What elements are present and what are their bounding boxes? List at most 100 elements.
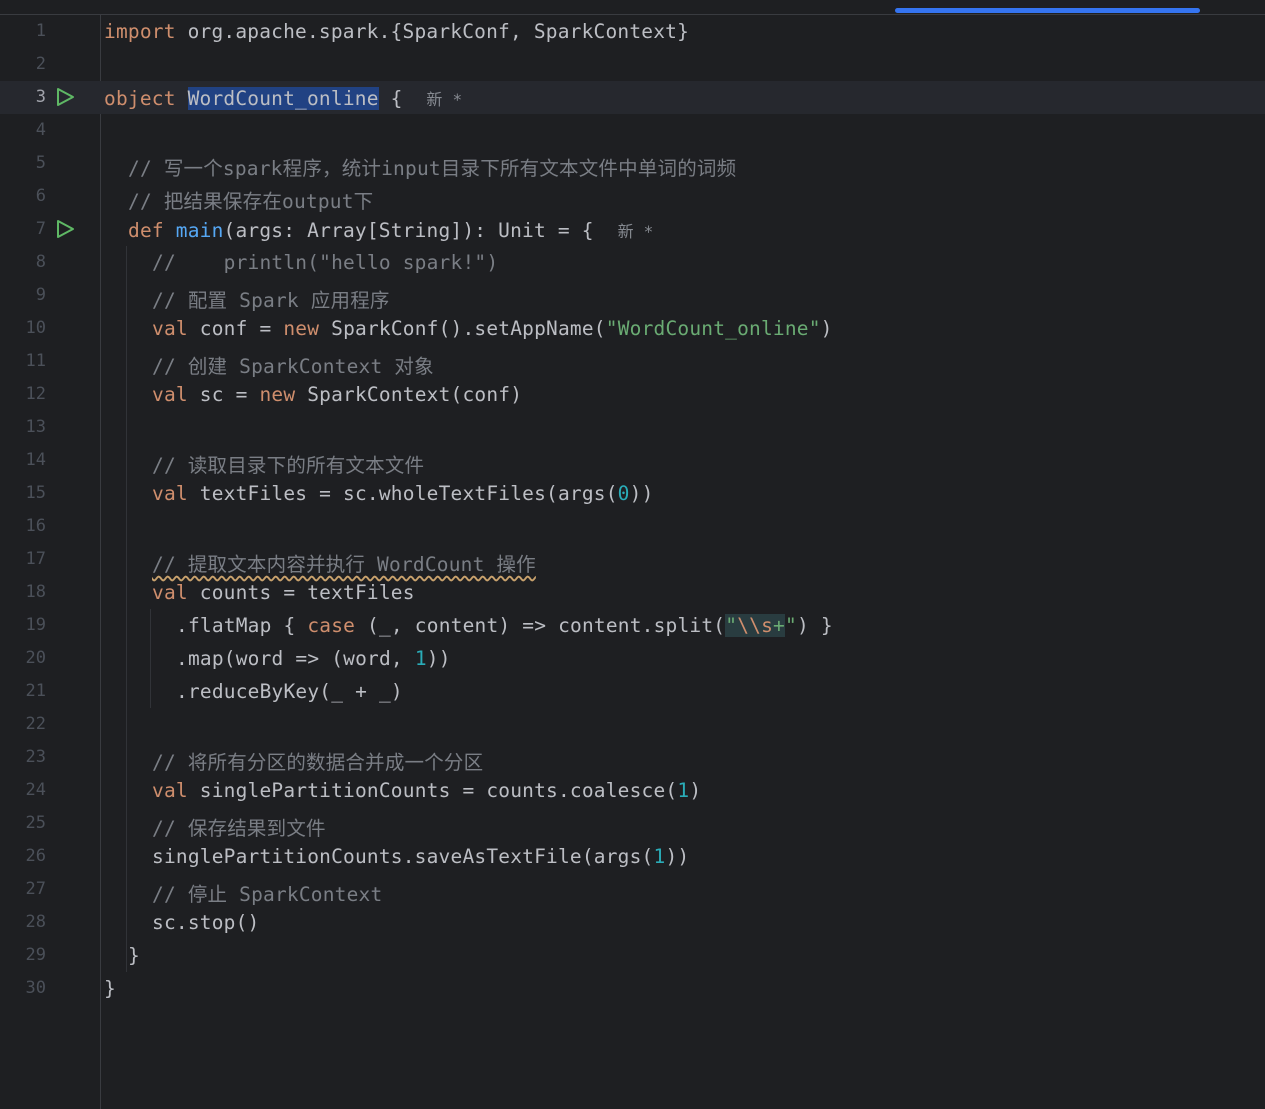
- code-text[interactable]: }: [128, 944, 140, 967]
- line-number: 8: [35, 252, 46, 272]
- code-text[interactable]: .flatMap { case (_, content) => content.…: [176, 614, 833, 637]
- code-text[interactable]: object WordCount_online { 新 *: [104, 86, 462, 110]
- line-number: 6: [35, 186, 46, 206]
- comment[interactable]: // 写一个spark程序，统计input目录下所有文本文件中单词的词频: [128, 152, 736, 181]
- code-fragment: ): [820, 317, 833, 340]
- code-text[interactable]: val conf = new SparkConf().setAppName("W…: [152, 317, 833, 340]
- code-text[interactable]: def main(args: Array[String]): Unit = { …: [128, 218, 653, 242]
- code-line: 5 // 写一个spark程序，统计input目录下所有文本文件中单词的词频: [0, 147, 1265, 180]
- comment[interactable]: // 创建 SparkContext 对象: [152, 350, 434, 379]
- comment[interactable]: // 配置 Spark 应用程序: [152, 284, 390, 313]
- comment-with-typo-warning[interactable]: // 提取文本内容并执行 WordCount 操作: [152, 548, 536, 577]
- number-literal: 1: [414, 647, 427, 670]
- code-text[interactable]: val textFiles = sc.wholeTextFiles(args(0…: [152, 482, 654, 505]
- keyword: val: [152, 317, 188, 340]
- line-number: 1: [35, 21, 46, 41]
- line-number: 4: [35, 120, 46, 140]
- line-number: 16: [25, 516, 46, 536]
- code-fragment: ): [689, 779, 702, 802]
- selected-identifier[interactable]: WordCount_online: [187, 87, 379, 110]
- code-line: 9 // 配置 Spark 应用程序: [0, 279, 1265, 312]
- code-text[interactable]: }: [104, 977, 116, 1000]
- line-number: 10: [25, 318, 46, 338]
- function-name: main: [175, 219, 224, 242]
- keyword: val: [152, 779, 188, 802]
- escape-sequence: \\s: [737, 614, 774, 637]
- code-fragment: ) }: [796, 614, 833, 637]
- code-fragment: SparkContext(conf): [295, 383, 523, 406]
- keyword: def: [128, 219, 164, 242]
- code-fragment: SparkConf().setAppName(: [319, 317, 606, 340]
- code-line: 12 val sc = new SparkContext(conf): [0, 378, 1265, 411]
- code-line: 18 val counts = textFiles: [0, 576, 1265, 609]
- line-number: 27: [25, 879, 46, 899]
- keyword: import: [104, 20, 176, 43]
- keyword: case: [307, 614, 356, 637]
- code-text[interactable]: sc.stop(): [152, 911, 259, 934]
- line-number: 2: [35, 54, 46, 74]
- comment[interactable]: // 保存结果到文件: [152, 812, 326, 841]
- code-text[interactable]: val singlePartitionCounts = counts.coale…: [152, 779, 701, 802]
- line-number: 25: [25, 813, 46, 833]
- comment[interactable]: // 停止 SparkContext: [152, 878, 382, 907]
- code-fragment: counts = textFiles: [187, 581, 415, 604]
- code-text[interactable]: val sc = new SparkContext(conf): [152, 383, 522, 406]
- line-number: 9: [35, 285, 46, 305]
- code-line: 30 }: [0, 972, 1265, 1005]
- code-line: 7 def main(args: Array[String]): Unit = …: [0, 213, 1265, 246]
- code-fragment: sc =: [187, 383, 260, 406]
- string-quote: ": [784, 614, 797, 637]
- line-number: 28: [25, 912, 46, 932]
- comment[interactable]: // 将所有分区的数据合并成一个分区: [152, 746, 483, 775]
- line-number: 18: [25, 582, 46, 602]
- code-fragment: textFiles = sc.wholeTextFiles(args(: [187, 482, 618, 505]
- line-number: 3: [35, 87, 46, 107]
- line-number: 14: [25, 450, 46, 470]
- line-number: 24: [25, 780, 46, 800]
- code-line: 22: [0, 708, 1265, 741]
- code-fragment: (_, content) => content.split(: [355, 614, 726, 637]
- comment[interactable]: // println("hello spark!"): [152, 251, 498, 274]
- code-fragment: {: [378, 87, 403, 110]
- code-line: 14 // 读取目录下的所有文本文件: [0, 444, 1265, 477]
- keyword: new: [283, 317, 320, 340]
- code-fragment: conf =: [187, 317, 284, 340]
- code-fragment: )): [629, 482, 654, 505]
- code-text[interactable]: singlePartitionCounts.saveAsTextFile(arg…: [152, 845, 689, 868]
- horizontal-scrollbar-thumb[interactable]: [895, 8, 1200, 13]
- comment[interactable]: // 把结果保存在output下: [128, 185, 373, 214]
- run-icon[interactable]: [55, 219, 75, 239]
- code-text[interactable]: .map(word => (word, 1)): [176, 647, 451, 670]
- line-number: 15: [25, 483, 46, 503]
- code-line: 28 sc.stop(): [0, 906, 1265, 939]
- comment[interactable]: // 读取目录下的所有文本文件: [152, 449, 424, 478]
- run-icon[interactable]: [55, 87, 75, 107]
- line-number: 12: [25, 384, 46, 404]
- code-text[interactable]: .reduceByKey(_ + _): [176, 680, 403, 703]
- number-literal: 1: [653, 845, 666, 868]
- code-line: 13: [0, 411, 1265, 444]
- code-fragment: .flatMap {: [176, 614, 308, 637]
- code-text[interactable]: import org.apache.spark.{SparkConf, Spar…: [104, 20, 689, 43]
- keyword: val: [152, 383, 188, 406]
- keyword: object: [104, 87, 176, 110]
- code-line: 2: [0, 48, 1265, 81]
- code-line: 20 .map(word => (word, 1)): [0, 642, 1265, 675]
- line-number: 7: [35, 219, 46, 239]
- string-quote: ": [725, 614, 738, 637]
- code-fragment: )): [426, 647, 451, 670]
- code-line: 23 // 将所有分区的数据合并成一个分区: [0, 741, 1265, 774]
- authorship-hint[interactable]: 新 *: [426, 90, 462, 109]
- code-editor[interactable]: 1 import org.apache.spark.{SparkConf, Sp…: [0, 15, 1265, 1109]
- code-text[interactable]: val counts = textFiles: [152, 581, 415, 604]
- code-line: 10 val conf = new SparkConf().setAppName…: [0, 312, 1265, 345]
- line-number: 19: [25, 615, 46, 635]
- authorship-hint[interactable]: 新 *: [618, 222, 654, 241]
- code-line-current: 3 object WordCount_online { 新 *: [0, 81, 1265, 114]
- code-fragment: .map(word => (word,: [176, 647, 415, 670]
- line-number: 23: [25, 747, 46, 767]
- editor-top-bar: [0, 0, 1265, 15]
- code-line: 29 }: [0, 939, 1265, 972]
- code-line: 11 // 创建 SparkContext 对象: [0, 345, 1265, 378]
- line-number: 29: [25, 945, 46, 965]
